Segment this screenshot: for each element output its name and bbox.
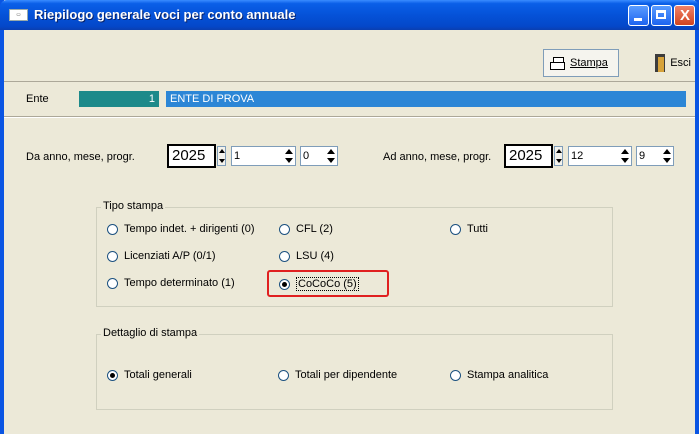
radio-lsu[interactable]: LSU (4) xyxy=(279,250,334,262)
da-mese-spinner[interactable] xyxy=(283,148,294,164)
radio-icon xyxy=(279,250,290,262)
maximize-icon xyxy=(656,10,666,19)
radio-label: Stampa analitica xyxy=(467,369,549,381)
toolbar: Stampa Esci xyxy=(4,44,695,82)
ad-mese-input[interactable]: 12 xyxy=(568,146,632,166)
radio-label: Totali per dipendente xyxy=(295,369,398,381)
window-title: Riepilogo generale voci per conto annual… xyxy=(34,7,296,22)
close-icon: X xyxy=(679,7,690,24)
radio-tempo-indet[interactable]: Tempo indet. + dirigenti (0) xyxy=(107,223,255,235)
radio-cfl[interactable]: CFL (2) xyxy=(279,223,333,235)
radio-label: Tutti xyxy=(467,223,488,235)
ad-mese-value: 12 xyxy=(571,150,584,162)
da-label: Da anno, mese, progr. xyxy=(26,151,135,163)
radio-tutti[interactable]: Tutti xyxy=(450,223,488,235)
radio-label: CFL (2) xyxy=(296,223,333,235)
separator xyxy=(4,116,695,118)
ente-name-field: ENTE DI PROVA xyxy=(166,91,686,107)
ad-progr-spinner[interactable] xyxy=(661,148,672,164)
ad-anno-input[interactable]: 2025 xyxy=(504,144,553,168)
da-anno-spinner[interactable] xyxy=(217,146,226,166)
dettaglio-title: Dettaglio di stampa xyxy=(101,327,200,339)
radio-icon xyxy=(450,223,461,235)
da-mese-value: 1 xyxy=(234,150,241,162)
stampa-label: Stampa xyxy=(570,57,608,69)
radio-stampa-analitica[interactable]: Stampa analitica xyxy=(450,369,548,381)
app-icon: ▭ xyxy=(9,9,28,21)
radio-label: LSU (4) xyxy=(296,250,334,262)
ad-progr-value: 9 xyxy=(639,150,646,162)
close-button[interactable]: X xyxy=(674,5,695,26)
highlight-box xyxy=(267,270,389,297)
radio-icon xyxy=(279,223,290,235)
radio-icon xyxy=(107,250,118,262)
ad-progr-input[interactable]: 9 xyxy=(636,146,674,166)
maximize-button[interactable] xyxy=(651,5,672,26)
radio-totali-dipendente[interactable]: Totali per dipendente xyxy=(278,369,397,381)
esci-button[interactable]: Esci xyxy=(649,49,695,77)
stampa-button[interactable]: Stampa xyxy=(543,49,619,77)
ente-label: Ente xyxy=(26,93,49,105)
minimize-icon xyxy=(634,18,642,21)
main-window: ▭ Riepilogo generale voci per conto annu… xyxy=(0,0,699,434)
da-progr-spinner[interactable] xyxy=(325,148,336,164)
printer-icon xyxy=(550,56,565,70)
ad-label: Ad anno, mese, progr. xyxy=(383,151,492,163)
exit-door-icon xyxy=(653,54,666,72)
radio-icon xyxy=(450,369,461,381)
radio-icon xyxy=(278,369,289,381)
tipo-stampa-title: Tipo stampa xyxy=(101,200,166,212)
radio-licenziati[interactable]: Licenziati A/P (0/1) xyxy=(107,250,216,262)
radio-label: Totali generali xyxy=(124,369,192,381)
da-progr-value: 0 xyxy=(303,150,310,162)
radio-icon xyxy=(107,223,118,235)
minimize-button[interactable] xyxy=(628,5,649,26)
ente-code-field[interactable]: 1 xyxy=(79,91,159,107)
da-anno-input[interactable]: 2025 xyxy=(167,144,216,168)
ad-anno-spinner[interactable] xyxy=(554,146,563,166)
esci-label: Esci xyxy=(670,57,691,69)
radio-label: Tempo indet. + dirigenti (0) xyxy=(124,223,255,235)
radio-label: Licenziati A/P (0/1) xyxy=(124,250,216,262)
radio-selected-icon xyxy=(107,369,118,381)
ad-mese-spinner[interactable] xyxy=(619,148,630,164)
radio-label: Tempo determinato (1) xyxy=(124,277,235,289)
da-progr-input[interactable]: 0 xyxy=(300,146,338,166)
radio-totali-generali[interactable]: Totali generali xyxy=(107,369,192,381)
radio-icon xyxy=(107,277,118,289)
title-bar[interactable]: ▭ Riepilogo generale voci per conto annu… xyxy=(0,0,699,30)
da-mese-input[interactable]: 1 xyxy=(231,146,296,166)
radio-tempo-determinato[interactable]: Tempo determinato (1) xyxy=(107,277,235,289)
